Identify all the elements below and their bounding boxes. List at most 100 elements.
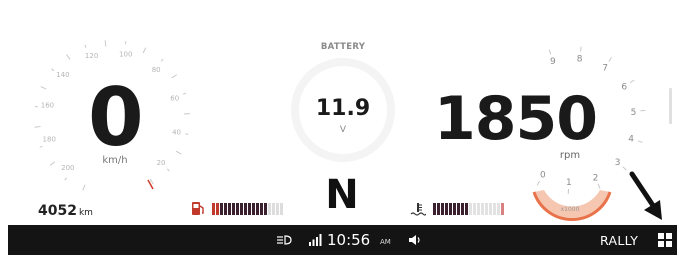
level-segment [437,203,440,215]
rpm-tick [536,180,541,186]
rpm-value: 1850 [434,84,598,154]
gear-indicator: N [325,172,359,218]
level-segment [252,203,255,215]
level-segment [228,203,231,215]
level-segment [473,203,476,215]
clock-time: 10:56 [327,231,371,249]
edge-indicator [669,88,672,124]
level-segment [433,203,436,215]
rpm-scale-label: 7 [602,64,608,74]
speed-scale-label: 60 [170,95,179,103]
level-segment [256,203,259,215]
speed-tick [104,40,107,47]
grid-menu-icon[interactable] [658,225,672,255]
rpm-unit: rpm [559,150,581,161]
speed-tick [171,74,178,79]
rpm-multiplier: x1000 [560,206,580,213]
speed-tick [39,145,43,148]
odometer: 4052 km [38,203,93,219]
level-segment [461,203,464,215]
speed-tick [142,47,147,54]
level-segment [220,203,223,215]
rpm-tick [548,49,552,55]
battery-unit: V [339,125,347,135]
level-segment [236,203,239,215]
speed-tick [84,44,87,48]
pointer-arrow-icon [629,171,662,220]
rpm-scale-label: 1 [566,178,572,188]
clock-ampm: AM [380,238,391,246]
level-segment [224,203,227,215]
level-segment [465,203,468,215]
rpm-tick [597,183,601,189]
speed-tick [64,177,67,181]
speed-tick [40,86,47,90]
rpm-tick [640,109,646,112]
rpm-scale-label: 8 [577,54,583,64]
level-segment [445,203,448,215]
level-segment [469,203,472,215]
level-segment [280,203,283,215]
level-segment [216,203,219,215]
speed-tick [124,41,127,45]
rpm-scale-label: 5 [631,108,637,118]
level-segment [453,203,456,215]
speed-scale-label: 40 [172,129,181,137]
speed-scale-label: 80 [152,66,161,74]
speed-unit: km/h [102,155,128,166]
speed-tick [82,184,86,191]
headlight-icon [276,225,292,255]
battery-title: BATTERY [320,42,366,52]
level-segment [232,203,235,215]
rpm-scale-label: 4 [628,135,634,145]
speed-tick [34,126,41,128]
speed-tick [185,133,189,135]
level-segment [276,203,279,215]
speed-tick [160,58,164,62]
rpm-tick [637,140,643,143]
level-segment [244,203,247,215]
rpm-scale-label: 3 [615,158,621,168]
speed-tick [51,68,55,72]
signal-strength-icon [309,225,323,255]
level-segment [268,203,271,215]
speed-tick [175,150,182,155]
speed-tick [166,168,170,172]
speed-redline-mark [147,179,154,190]
rpm-active-band [534,190,610,220]
rpm-tick [608,57,612,62]
speed-tick [49,161,56,166]
rpm-tick [629,79,635,84]
level-segment [240,203,243,215]
speed-tick [66,54,71,60]
level-segment [441,203,444,215]
coolant-temperature-icon [410,203,426,216]
rpm-scale-label: 0 [540,171,546,181]
level-segment [485,203,488,215]
volume-icon[interactable] [408,225,422,255]
rpm-tick [580,46,582,52]
speed-value: 0 [88,71,144,164]
battery-voltage: 11.9 [315,96,371,121]
rpm-scale-label: 2 [593,173,599,183]
rpm-tick [622,166,627,171]
level-segment [260,203,263,215]
rpm-scale-label: 9 [550,57,556,67]
speed-scale-label: 180 [43,135,56,143]
level-segment [212,203,215,215]
coolant-temperature-bar [433,203,504,215]
fuel-pump-icon [192,202,204,215]
odometer-value: 4052 [38,203,77,219]
speed-scale-label: 120 [85,52,98,60]
speed-tick [182,92,187,95]
level-segment [264,203,267,215]
ride-mode-label[interactable]: RALLY [600,225,638,255]
odometer-unit: km [78,208,93,218]
level-segment [497,203,500,215]
speed-scale-label: 100 [119,50,132,58]
speed-scale-label: 160 [41,101,54,109]
status-bar: 10:56 AM RALLY [8,225,677,255]
level-segment [501,203,504,215]
level-segment [493,203,496,215]
speed-scale-label: 200 [61,164,74,172]
